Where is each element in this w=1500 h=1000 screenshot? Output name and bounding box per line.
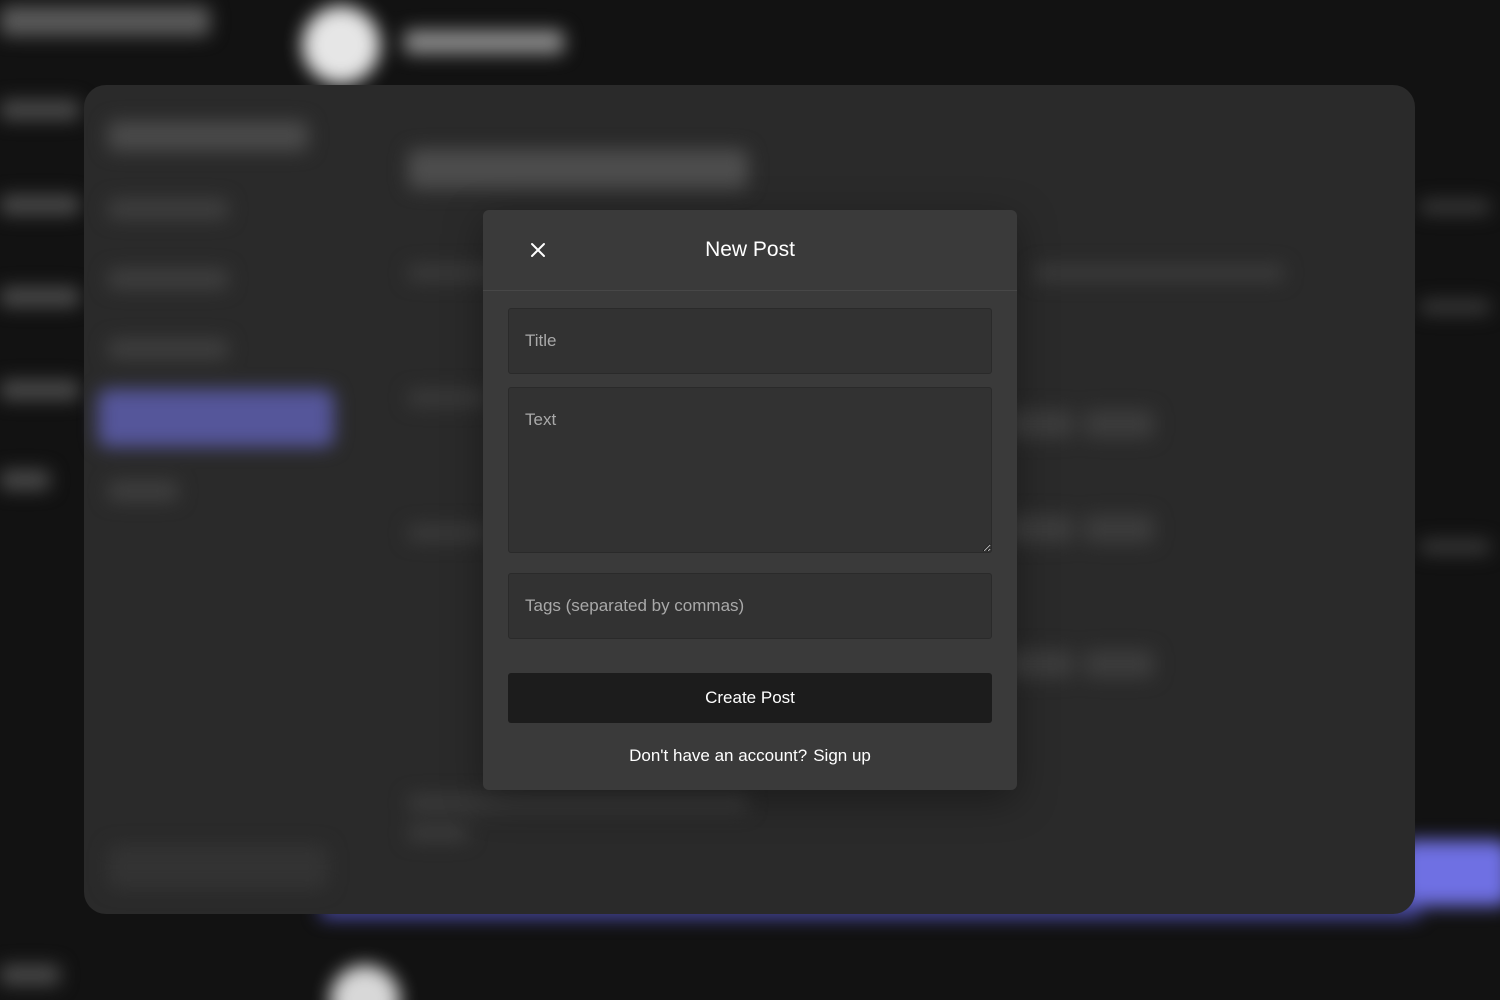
panel-text-line	[408, 825, 468, 841]
panel-sidebar-item-active	[98, 389, 334, 447]
background-nav-item	[0, 100, 80, 120]
new-post-modal: New Post Create Post Don't have an accou…	[483, 210, 1017, 790]
panel-chip	[1084, 515, 1154, 543]
panel-text-line	[408, 390, 488, 406]
title-input[interactable]	[508, 308, 992, 374]
background-avatar	[302, 6, 380, 84]
signup-link[interactable]: Sign up	[813, 746, 871, 765]
panel-sidebar-item	[108, 199, 228, 219]
background-text-line	[1420, 200, 1490, 214]
create-post-button[interactable]: Create Post	[508, 673, 992, 723]
tags-input[interactable]	[508, 573, 992, 639]
panel-sidebar-item	[108, 269, 228, 289]
background-text-line	[1420, 540, 1490, 554]
background-nav-item	[0, 195, 80, 215]
signup-prompt-text: Don't have an account?	[629, 746, 808, 765]
panel-title	[108, 121, 308, 151]
panel-text-line	[408, 795, 748, 811]
panel-chip	[1084, 650, 1154, 678]
panel-chip	[1084, 410, 1154, 438]
modal-title: New Post	[705, 238, 795, 261]
background-text-line	[1420, 300, 1490, 314]
background-nav-item	[0, 965, 60, 985]
background-nav-item	[0, 470, 50, 490]
background-accent-button	[1400, 840, 1500, 906]
text-textarea[interactable]	[508, 387, 992, 553]
panel-sidebar-item	[108, 339, 228, 359]
panel-text-line	[408, 525, 488, 541]
background-nav-item	[0, 287, 80, 307]
modal-header: New Post	[483, 210, 1017, 291]
background-username	[404, 30, 564, 54]
panel-sidebar-item	[108, 481, 178, 501]
screen: New Post Create Post Don't have an accou…	[0, 0, 1500, 1000]
panel-heading	[408, 149, 748, 189]
panel-text-line	[1034, 265, 1284, 281]
background-avatar-secondary	[330, 965, 400, 1000]
background-nav-item	[0, 380, 80, 400]
background-logo	[0, 6, 210, 36]
signup-prompt: Don't have an account? Sign up	[483, 744, 1017, 768]
panel-sidebar-footer	[108, 845, 328, 889]
